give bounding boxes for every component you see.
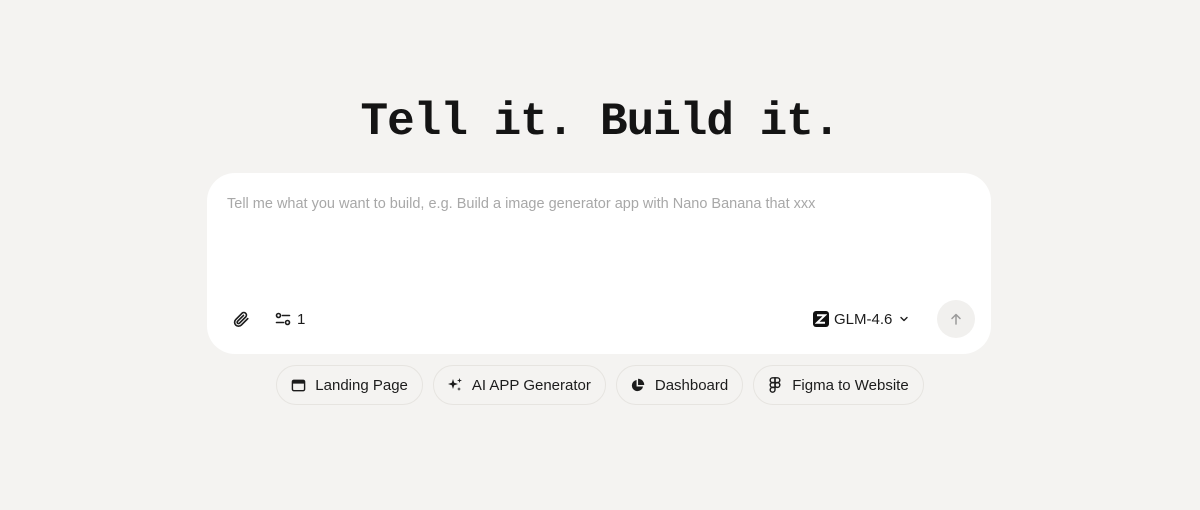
model-select[interactable]: GLM-4.6	[813, 307, 911, 331]
paperclip-icon	[233, 311, 249, 328]
chip-label: AI APP Generator	[471, 376, 591, 394]
settings-button[interactable]: 1	[275, 307, 305, 331]
settings-count: 1	[297, 310, 306, 328]
figma-icon	[767, 377, 783, 393]
chip-label: Landing Page	[315, 376, 408, 394]
pie-chart-icon	[630, 377, 646, 393]
prompt-input[interactable]	[227, 193, 967, 253]
chip-landing-page[interactable]: Landing Page	[276, 365, 423, 405]
sliders-icon	[275, 312, 291, 326]
zhipu-z-logo-icon	[813, 311, 829, 327]
model-name: GLM-4.6	[834, 310, 893, 328]
page-title: Tell it. Build it.	[360, 96, 841, 148]
chip-ai-app-generator[interactable]: AI APP Generator	[432, 365, 606, 405]
chip-label: Dashboard	[654, 376, 729, 394]
browser-window-icon	[290, 377, 306, 393]
chip-dashboard[interactable]: Dashboard	[615, 365, 744, 405]
prompt-composer: 1 GLM-4.6	[207, 173, 991, 354]
send-button[interactable]	[937, 300, 975, 338]
chevron-down-icon	[900, 316, 909, 322]
sparkles-icon	[447, 377, 463, 393]
arrow-up-icon	[951, 313, 961, 325]
chip-figma-to-website[interactable]: Figma to Website	[753, 365, 924, 405]
chip-label: Figma to Website	[792, 376, 909, 394]
suggestion-chips: Landing Page AI APP Generator Dashboard	[0, 365, 1200, 405]
attach-button[interactable]	[229, 307, 253, 331]
